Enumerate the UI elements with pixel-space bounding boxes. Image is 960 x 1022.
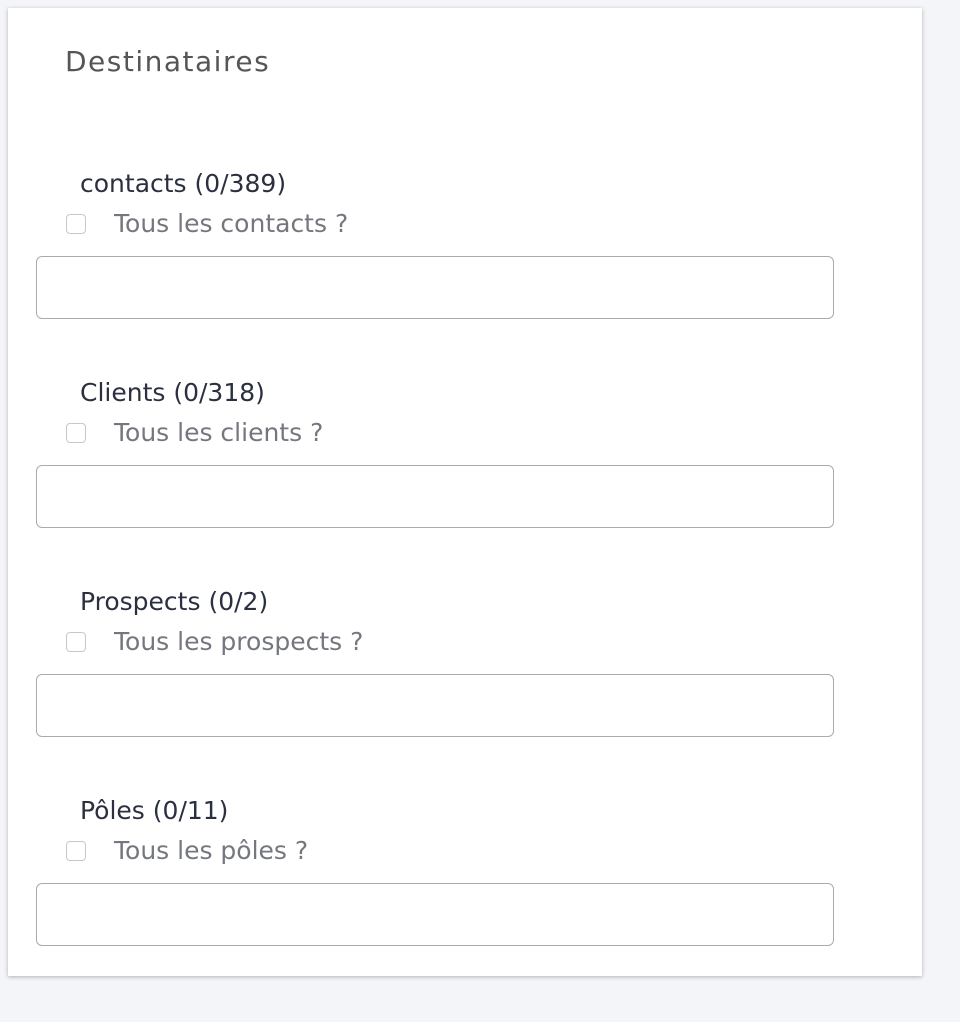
recipient-group-prospects: Prospects (0/2) Tous les prospects ? bbox=[8, 585, 922, 755]
group-label-poles: Pôles (0/11) bbox=[80, 796, 229, 825]
select-all-poles-checkbox[interactable] bbox=[66, 841, 86, 861]
select-all-clients-label[interactable]: Tous les clients ? bbox=[114, 416, 323, 450]
select-all-prospects-label[interactable]: Tous les prospects ? bbox=[114, 625, 363, 659]
clients-select-input[interactable] bbox=[36, 465, 834, 528]
group-label-contacts: contacts (0/389) bbox=[80, 169, 287, 198]
contacts-select-input[interactable] bbox=[36, 256, 834, 319]
section-title: Destinataires bbox=[65, 45, 271, 78]
recipients-card: Destinataires contacts (0/389) Tous les … bbox=[8, 8, 922, 976]
select-all-row-clients[interactable]: Tous les clients ? bbox=[66, 416, 323, 450]
select-all-row-prospects[interactable]: Tous les prospects ? bbox=[66, 625, 363, 659]
select-all-clients-checkbox[interactable] bbox=[66, 423, 86, 443]
select-all-contacts-label[interactable]: Tous les contacts ? bbox=[114, 207, 348, 241]
recipient-group-contacts: contacts (0/389) Tous les contacts ? bbox=[8, 167, 922, 337]
recipient-group-clients: Clients (0/318) Tous les clients ? bbox=[8, 376, 922, 546]
select-all-contacts-checkbox[interactable] bbox=[66, 214, 86, 234]
recipient-group-poles: Pôles (0/11) Tous les pôles ? bbox=[8, 794, 922, 964]
select-all-prospects-checkbox[interactable] bbox=[66, 632, 86, 652]
select-all-row-contacts[interactable]: Tous les contacts ? bbox=[66, 207, 348, 241]
select-all-poles-label[interactable]: Tous les pôles ? bbox=[114, 834, 308, 868]
group-label-clients: Clients (0/318) bbox=[80, 378, 265, 407]
group-label-prospects: Prospects (0/2) bbox=[80, 587, 269, 616]
poles-select-input[interactable] bbox=[36, 883, 834, 946]
select-all-row-poles[interactable]: Tous les pôles ? bbox=[66, 834, 308, 868]
prospects-select-input[interactable] bbox=[36, 674, 834, 737]
